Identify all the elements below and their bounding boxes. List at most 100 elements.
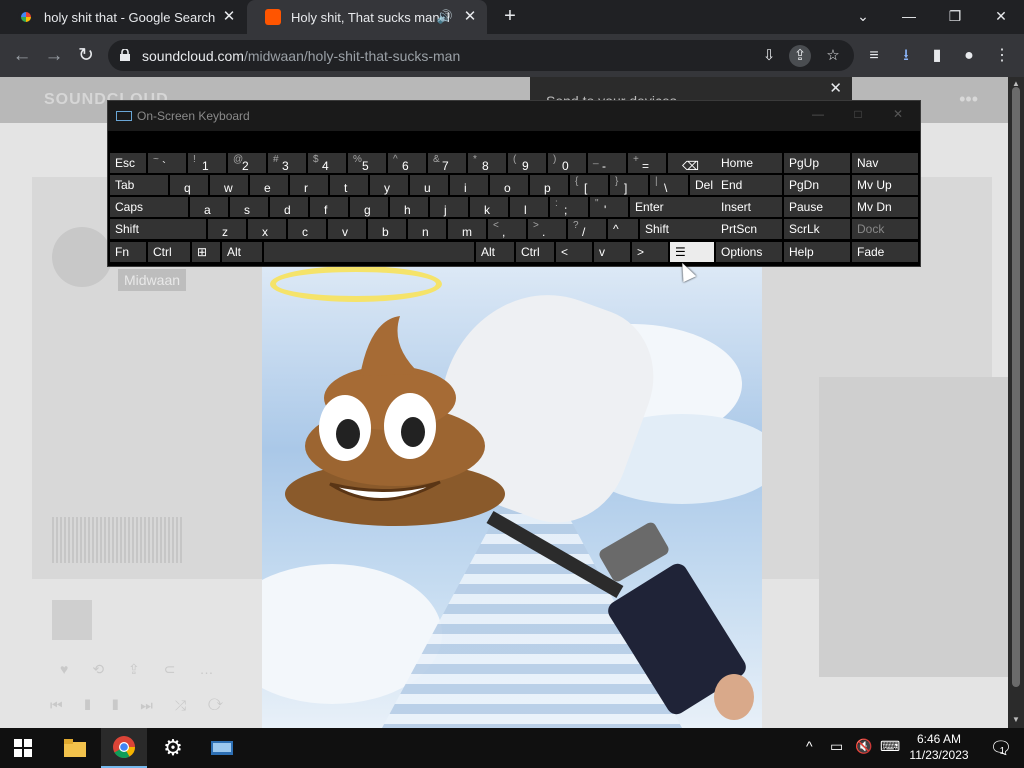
key-9[interactable]: (9 bbox=[508, 153, 546, 173]
new-tab-button[interactable]: + bbox=[499, 5, 521, 27]
key-alt[interactable]: Alt bbox=[222, 242, 262, 262]
key-symbol[interactable]: < bbox=[556, 242, 592, 262]
key-2[interactable]: @2 bbox=[228, 153, 266, 173]
key-shift[interactable]: Shift bbox=[110, 219, 206, 239]
reload-button[interactable]: ↻ bbox=[73, 43, 99, 69]
key-mvdn[interactable]: Mv Dn bbox=[852, 197, 918, 217]
osk-title-bar[interactable]: On-Screen Keyboard — □ ✕ bbox=[108, 101, 920, 131]
vertical-scrollbar[interactable]: ▲ ▼ bbox=[1008, 77, 1024, 728]
chevron-up-icon[interactable]: ^ bbox=[806, 738, 813, 754]
key-0[interactable]: ) 0 bbox=[548, 153, 586, 173]
osk-maximize-button[interactable]: □ bbox=[848, 107, 868, 121]
key-h[interactable]: h bbox=[390, 197, 428, 217]
key-v[interactable]: v bbox=[328, 219, 366, 239]
key-t[interactable]: t bbox=[330, 175, 368, 195]
key-pgup[interactable]: PgUp bbox=[784, 153, 850, 173]
key-help[interactable]: Help bbox=[784, 242, 850, 262]
key-f[interactable]: f bbox=[310, 197, 348, 217]
key-y[interactable]: y bbox=[370, 175, 408, 195]
key-i[interactable]: i bbox=[450, 175, 488, 195]
side-panel-icon[interactable]: ▮ bbox=[925, 44, 949, 68]
key-e[interactable]: e bbox=[250, 175, 288, 195]
key-pause[interactable]: Pause bbox=[784, 197, 850, 217]
key-scrlk[interactable]: ScrLk bbox=[784, 219, 850, 239]
key-nav[interactable]: Nav bbox=[852, 153, 918, 173]
key-s[interactable]: s bbox=[230, 197, 268, 217]
menu-icon[interactable]: ⋮ bbox=[990, 44, 1014, 68]
key-tab[interactable]: Tab bbox=[110, 175, 168, 195]
osk-minimize-button[interactable]: — bbox=[808, 107, 828, 121]
key-fn[interactable]: Fn bbox=[110, 242, 146, 262]
key-symbol[interactable]: >. bbox=[528, 219, 566, 239]
key-p[interactable]: p bbox=[530, 175, 568, 195]
waveform[interactable] bbox=[52, 517, 184, 563]
key-end[interactable]: End bbox=[716, 175, 782, 195]
more-icon[interactable]: ••• bbox=[959, 89, 978, 110]
speaker-icon[interactable]: 🔊 bbox=[437, 9, 453, 25]
restore-button[interactable]: ❐ bbox=[932, 0, 978, 34]
key-prtscn[interactable]: PrtScn bbox=[716, 219, 782, 239]
key-symbol[interactable]: > bbox=[632, 242, 668, 262]
key-c[interactable]: c bbox=[288, 219, 326, 239]
key-b[interactable]: b bbox=[368, 219, 406, 239]
play-button[interactable] bbox=[52, 227, 112, 287]
key-symbol[interactable]: ~ ` bbox=[148, 153, 186, 173]
address-bar[interactable]: soundcloud.com/midwaan/holy-shit-that-su… bbox=[108, 40, 854, 71]
key-pgdn[interactable]: PgDn bbox=[784, 175, 850, 195]
file-explorer-button[interactable] bbox=[52, 728, 98, 768]
key-options[interactable]: Options bbox=[716, 242, 782, 262]
key-symbol[interactable]: ☰ bbox=[670, 242, 714, 262]
key-q[interactable]: q bbox=[170, 175, 208, 195]
tab-search-icon[interactable]: ⌄ bbox=[840, 0, 886, 34]
key-a[interactable]: a bbox=[190, 197, 228, 217]
key-symbol[interactable]: | \ bbox=[650, 175, 688, 195]
key-w[interactable]: w bbox=[210, 175, 248, 195]
key-g[interactable]: g bbox=[350, 197, 388, 217]
key-5[interactable]: % 5 bbox=[348, 153, 386, 173]
key-symbol[interactable]: " ' bbox=[590, 197, 628, 217]
key-insert[interactable]: Insert bbox=[716, 197, 782, 217]
osk-close-button[interactable]: ✕ bbox=[888, 107, 908, 121]
key-esc[interactable]: Esc bbox=[110, 153, 146, 173]
close-popup-icon[interactable]: ✕ bbox=[829, 79, 842, 97]
key-ctrl[interactable]: Ctrl bbox=[516, 242, 554, 262]
start-button[interactable] bbox=[0, 728, 46, 768]
key-symbol[interactable]: + = bbox=[628, 153, 666, 173]
back-button[interactable]: ← bbox=[9, 43, 35, 69]
minimize-button[interactable]: — bbox=[886, 0, 932, 34]
key-caps[interactable]: Caps bbox=[110, 197, 188, 217]
settings-button[interactable]: ⚙ bbox=[150, 728, 196, 768]
tab-google-search[interactable]: holy shit that - Google Search ✕ bbox=[0, 0, 246, 34]
tab-soundcloud[interactable]: Holy shit, That sucks man. b 🔊 ✕ bbox=[247, 0, 487, 34]
key-symbol[interactable]: ⊞ bbox=[192, 242, 220, 262]
network-icon[interactable]: ▭ bbox=[830, 738, 843, 755]
media-controls-icon[interactable]: ≡ bbox=[862, 44, 886, 68]
key-7[interactable]: & 7 bbox=[428, 153, 466, 173]
key-m[interactable]: m bbox=[448, 219, 486, 239]
key-home[interactable]: Home bbox=[716, 153, 782, 173]
downloads-icon[interactable]: ⭳ bbox=[894, 44, 918, 68]
key-l[interactable]: l bbox=[510, 197, 548, 217]
notification-button[interactable]: 🗨 1 bbox=[978, 728, 1024, 768]
scroll-thumb[interactable] bbox=[1012, 87, 1020, 687]
volume-muted-icon[interactable]: 🔇 bbox=[855, 738, 872, 755]
key-8[interactable]: * 8 bbox=[468, 153, 506, 173]
key-symbol[interactable]: :; bbox=[550, 197, 588, 217]
key-symbol[interactable]: {[ bbox=[570, 175, 608, 195]
key-symbol[interactable]: }] bbox=[610, 175, 648, 195]
key-ctrl[interactable]: Ctrl bbox=[148, 242, 190, 262]
key-u[interactable]: u bbox=[410, 175, 448, 195]
install-icon[interactable]: ⇩ bbox=[758, 45, 780, 67]
close-tab-icon[interactable]: ✕ bbox=[220, 8, 238, 26]
key-x[interactable]: x bbox=[248, 219, 286, 239]
key-symbol[interactable]: ^ bbox=[608, 219, 638, 239]
bookmark-star-icon[interactable]: ☆ bbox=[822, 45, 844, 67]
key-o[interactable]: o bbox=[490, 175, 528, 195]
key-shift[interactable]: Shift bbox=[640, 219, 722, 239]
system-clock[interactable]: 6:46 AM 11/23/2023 bbox=[900, 731, 978, 763]
touch-keyboard-icon[interactable]: ⌨ bbox=[880, 738, 900, 755]
key-d[interactable]: d bbox=[270, 197, 308, 217]
track-thumbnail[interactable] bbox=[52, 600, 92, 640]
key-z[interactable]: z bbox=[208, 219, 246, 239]
key-fade[interactable]: Fade bbox=[852, 242, 918, 262]
